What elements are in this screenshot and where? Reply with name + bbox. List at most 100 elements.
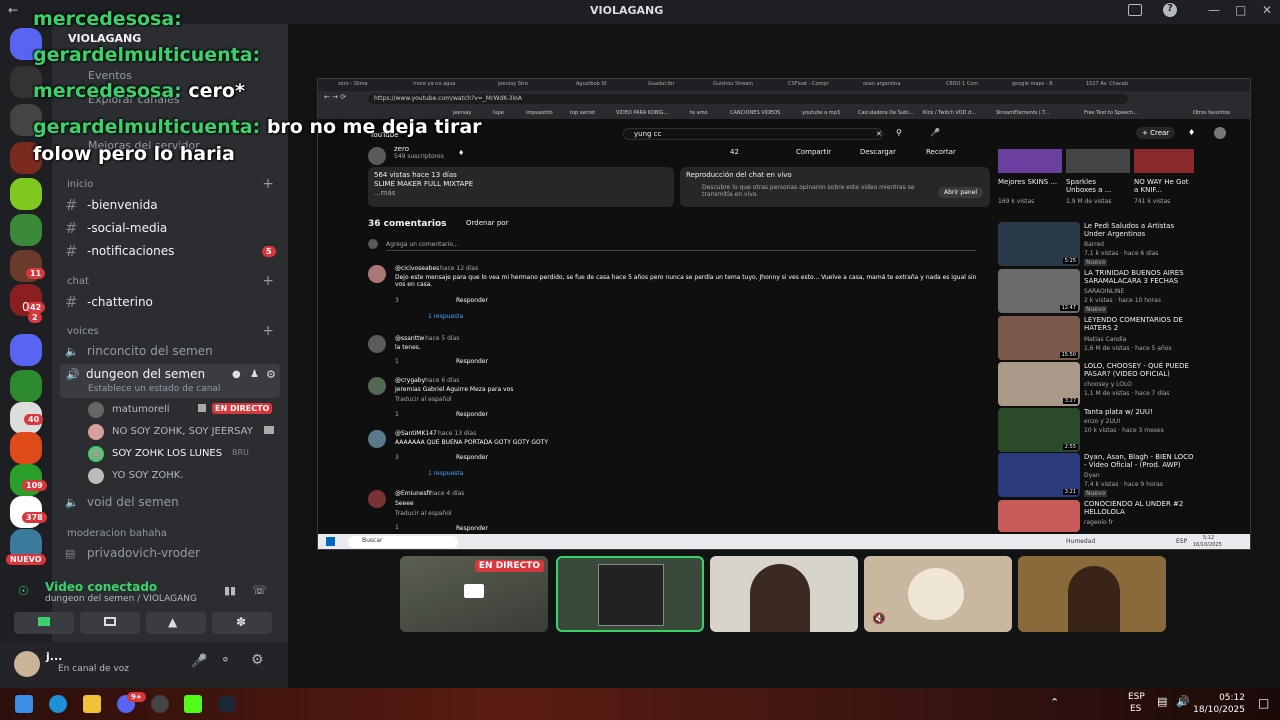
- browser-tab[interactable]: google maps - B: [1012, 81, 1062, 91]
- add-channel-icon[interactable]: +: [262, 176, 274, 192]
- translate-link[interactable]: Traducir al español: [395, 510, 452, 517]
- browser-tab[interactable]: Agustbob St: [576, 81, 621, 91]
- category-chat[interactable]: chat: [67, 276, 89, 287]
- disconnect-icon[interactable]: ☏: [252, 583, 267, 597]
- browser-tab[interactable]: osan argentina: [863, 81, 913, 91]
- channel-privadovich[interactable]: ▤ privadovich-vroder: [65, 546, 200, 560]
- comment-likes[interactable]: 1: [395, 411, 399, 418]
- taskbar-search[interactable]: Buscar: [348, 536, 458, 548]
- headphones-icon[interactable]: ⚬: [220, 653, 231, 668]
- server-icon[interactable]: [10, 214, 42, 246]
- voice-channel-rinconcito[interactable]: 🔈 rinconcito del semen: [65, 344, 213, 358]
- bookmark[interactable]: Calculadora De Subi...: [858, 110, 913, 116]
- address-bar[interactable]: https://www.youtube.com/watch?v=_MrWdK-3…: [368, 94, 1128, 104]
- search-icon[interactable]: ⚲: [896, 128, 902, 137]
- category-inicio[interactable]: inicio: [67, 179, 93, 190]
- comment-likes[interactable]: 3: [395, 454, 399, 461]
- windows-start-icon[interactable]: [15, 695, 33, 713]
- comment-author[interactable]: @SantiMK147: [395, 430, 437, 437]
- rec-channel[interactable]: SARAOINLINE: [1084, 288, 1124, 295]
- video-thumbnail[interactable]: 3:27: [998, 362, 1080, 406]
- video-description[interactable]: 564 vistas hace 13 días SLIME MAKER FULL…: [368, 167, 674, 207]
- rec-title[interactable]: Mejores SKINS ...: [998, 178, 1058, 186]
- browser-tab[interactable]: Guadal.tbr: [648, 81, 693, 91]
- edge-icon[interactable]: [49, 695, 67, 713]
- gear-icon[interactable]: ⚙: [266, 368, 276, 381]
- rec-title[interactable]: Tanta plata w/ 2UU!: [1084, 408, 1194, 416]
- chevron-up-icon[interactable]: ⌃: [1050, 696, 1059, 709]
- signal-icon[interactable]: ☉: [18, 584, 29, 598]
- add-channel-icon[interactable]: +: [262, 273, 274, 289]
- inbox-icon[interactable]: [1128, 4, 1142, 16]
- bookmark[interactable]: VIDEO PARA KOBIG...: [616, 110, 668, 116]
- volume-icon[interactable]: 🔊: [1176, 695, 1190, 708]
- participant-tile[interactable]: [1018, 556, 1166, 632]
- video-thumbnail[interactable]: [1066, 149, 1130, 173]
- browser-tab[interactable]: zero - Slime: [338, 81, 388, 91]
- create-button[interactable]: + Crear: [1136, 127, 1176, 139]
- bookmark[interactable]: youtube a mp3: [802, 110, 840, 116]
- rec-title[interactable]: LOLO, CHOOSEY - QUÉ PUEDE PASAR? (VIDEO …: [1084, 362, 1194, 378]
- share-button[interactable]: Compartir: [796, 148, 831, 156]
- clip-button[interactable]: Recortar: [926, 148, 956, 156]
- video-thumbnail[interactable]: [998, 149, 1062, 173]
- video-thumbnail[interactable]: 3:21: [998, 453, 1080, 497]
- rec-channel[interactable]: choosey y LOLO: [1084, 381, 1132, 388]
- voice-channel-void[interactable]: 🔈 void del semen: [65, 495, 179, 509]
- channel-notificaciones[interactable]: # -notificaciones: [65, 242, 174, 260]
- comment-likes[interactable]: 1: [395, 358, 399, 365]
- reply-button[interactable]: Responder: [456, 411, 488, 418]
- noise-suppression-icon[interactable]: ▮▮: [224, 584, 236, 597]
- video-thumbnail[interactable]: [998, 500, 1080, 532]
- participant-tile-active[interactable]: [556, 556, 704, 632]
- obs-icon[interactable]: [151, 695, 169, 713]
- comment-author[interactable]: @cicivoseabes: [395, 265, 439, 272]
- reply-button[interactable]: Responder: [456, 297, 488, 304]
- rec-channel[interactable]: Barred: [1084, 241, 1104, 248]
- bookmark[interactable]: Kick / Twitch VOD d...: [923, 110, 976, 116]
- folder-icon[interactable]: [10, 334, 42, 366]
- avatar[interactable]: [14, 651, 40, 677]
- reply-button[interactable]: Responder: [456, 454, 488, 461]
- voice-channel-dungeon[interactable]: 🔊 dungeon del semen Establece un estado …: [60, 364, 280, 398]
- help-icon[interactable]: ?: [1163, 3, 1177, 17]
- rec-title[interactable]: LA TRINIDAD BUENOS AIRES SARAMALACARA 3 …: [1084, 269, 1194, 285]
- reply-button[interactable]: Responder: [456, 358, 488, 365]
- windows-start-icon[interactable]: [326, 537, 335, 546]
- rec-title[interactable]: Sparkles Unboxes a ...: [1066, 178, 1128, 194]
- video-thumbnail[interactable]: 2:55: [998, 408, 1080, 452]
- channel-chatterino[interactable]: # -chatterino: [65, 293, 153, 311]
- microphone-icon[interactable]: 🎤: [191, 654, 207, 669]
- participant-tile[interactable]: 🔇: [864, 556, 1012, 632]
- browser-tab[interactable]: jeersay Stre: [498, 81, 538, 91]
- rec-channel[interactable]: rageolo fr: [1084, 519, 1113, 526]
- participant-tile[interactable]: EN DIRECTO: [400, 556, 548, 632]
- comment-likes[interactable]: 3: [395, 297, 399, 304]
- replies-toggle[interactable]: 1 respuesta: [428, 470, 463, 477]
- rec-title[interactable]: CONOCIENDO AL UNDER #2 HELLOLOLA: [1084, 500, 1194, 516]
- browser-tab[interactable]: more ya no agua: [413, 81, 458, 91]
- rec-channel[interactable]: Matias Candia: [1084, 336, 1126, 343]
- description-more[interactable]: ...más: [374, 189, 395, 197]
- maximize-button[interactable]: □: [1235, 3, 1246, 17]
- back-arrow-icon[interactable]: ←: [8, 3, 18, 17]
- microphone-icon[interactable]: 🎤: [930, 128, 940, 137]
- voice-user-name[interactable]: SOY ZOHK LOS LUNES: [112, 448, 222, 459]
- rec-channel[interactable]: Dyan: [1084, 472, 1100, 479]
- camera-button[interactable]: [14, 612, 74, 634]
- language-label[interactable]: ESP: [1128, 692, 1145, 702]
- gear-icon[interactable]: ⚙: [251, 652, 264, 668]
- rec-title[interactable]: NO WAY He Got a KNIF...: [1134, 178, 1194, 194]
- minimize-button[interactable]: —: [1208, 3, 1220, 17]
- video-thumbnail[interactable]: 12:47: [998, 269, 1080, 313]
- kick-icon[interactable]: [184, 695, 202, 713]
- search-input[interactable]: yung cc ✕: [623, 128, 883, 140]
- server-icon[interactable]: [10, 432, 42, 464]
- sort-button[interactable]: Ordenar por: [466, 219, 508, 227]
- close-button[interactable]: ✕: [1262, 3, 1272, 17]
- translate-link[interactable]: Traducir al español: [395, 396, 452, 403]
- video-thumbnail[interactable]: 5:25: [998, 222, 1080, 266]
- folder-icon[interactable]: [83, 695, 101, 713]
- channel-name[interactable]: zero: [394, 145, 409, 153]
- bookmark[interactable]: lupe: [493, 110, 504, 116]
